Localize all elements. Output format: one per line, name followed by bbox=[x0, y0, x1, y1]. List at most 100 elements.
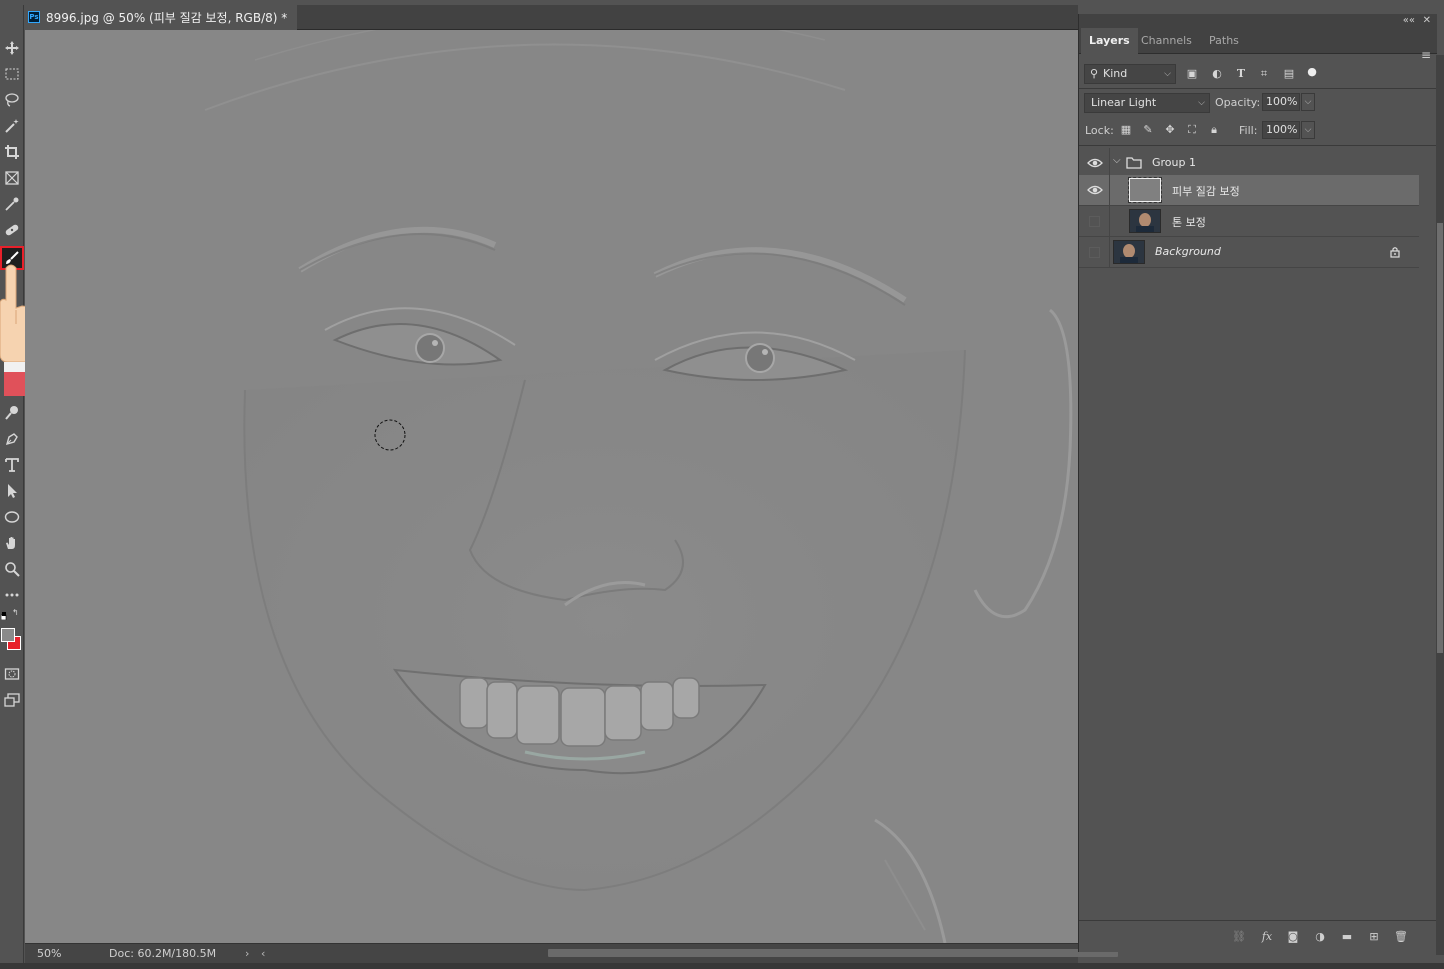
scroll-left-arrow[interactable]: ‹ bbox=[261, 947, 277, 960]
horizontal-scrollbar[interactable] bbox=[548, 949, 1118, 957]
layer-row-tone[interactable]: 톤 보정 bbox=[1079, 206, 1419, 237]
delete-layer-icon[interactable]: 🗑︎ bbox=[1393, 930, 1409, 944]
new-group-icon[interactable]: ▬ bbox=[1339, 930, 1355, 944]
divider bbox=[1109, 206, 1110, 237]
foreground-color-swatch[interactable] bbox=[1, 628, 15, 642]
visibility-eye-icon[interactable] bbox=[1087, 156, 1103, 170]
dodge-tool-icon[interactable] bbox=[2, 403, 22, 423]
new-adjustment-layer-icon[interactable]: ◑ bbox=[1312, 930, 1328, 944]
layer-thumbnail bbox=[1113, 240, 1145, 264]
zoom-tool-icon[interactable] bbox=[2, 559, 22, 579]
path-selection-tool-icon[interactable] bbox=[2, 481, 22, 501]
layer-thumbnail bbox=[1128, 177, 1162, 203]
hand-tool-icon[interactable] bbox=[2, 533, 22, 553]
panel-tabs: Layers Channels Paths ≡ bbox=[1079, 28, 1437, 62]
layers-panel-footer: ⛓ fx ◙ ◑ ▬ ⊞ 🗑︎ bbox=[1079, 920, 1437, 952]
search-icon: ⚲ bbox=[1090, 67, 1099, 80]
lock-artboard-icon[interactable]: ⛶ bbox=[1185, 123, 1199, 137]
screen-mode-icon[interactable] bbox=[2, 690, 22, 710]
layer-row-background[interactable]: Background bbox=[1079, 237, 1419, 268]
high-pass-face-image bbox=[25, 30, 1078, 943]
fill-dropdown-icon[interactable]: ⌵ bbox=[1301, 121, 1315, 139]
tab-paths[interactable]: Paths bbox=[1201, 28, 1247, 54]
panel-menu-icon[interactable]: ≡ bbox=[1421, 48, 1431, 62]
document-tab-bar: Ps 8996.jpg @ 50% (피부 질감 보정, RGB/8) * bbox=[24, 5, 1078, 30]
layer-name: 톤 보정 bbox=[1172, 216, 1206, 229]
layers-list: ⌵ Group 1 피부 질감 보정 톤 보정 Background bbox=[1079, 148, 1419, 920]
group-expand-chevron-icon[interactable]: ⌵ bbox=[1113, 155, 1121, 166]
type-filter-icon[interactable]: T bbox=[1234, 67, 1248, 81]
bottom-edge bbox=[0, 963, 1444, 969]
smart-object-filter-icon[interactable]: ▤ bbox=[1282, 67, 1296, 81]
visibility-toggle[interactable] bbox=[1089, 216, 1100, 227]
quick-mask-icon[interactable] bbox=[2, 664, 22, 684]
tools-panel: ↰ bbox=[0, 5, 24, 963]
tab-layers[interactable]: Layers bbox=[1081, 28, 1138, 54]
type-tool-icon[interactable] bbox=[2, 455, 22, 475]
layer-thumbnail bbox=[1129, 209, 1161, 233]
scrollbar-thumb[interactable] bbox=[1437, 223, 1443, 653]
eyedropper-tool-icon[interactable] bbox=[2, 194, 22, 214]
visibility-toggle[interactable] bbox=[1089, 247, 1100, 258]
move-tool-icon[interactable] bbox=[2, 38, 22, 58]
opacity-label: Opacity: bbox=[1215, 96, 1261, 109]
divider bbox=[1079, 88, 1437, 89]
blend-mode-select[interactable]: Linear Light ⌵ bbox=[1084, 93, 1210, 113]
chevron-down-icon: ⌵ bbox=[1198, 98, 1205, 108]
lock-transparent-pixels-icon[interactable]: ▦ bbox=[1119, 123, 1133, 137]
layer-name: Background bbox=[1155, 245, 1221, 258]
lock-position-icon[interactable]: ✥ bbox=[1163, 123, 1177, 137]
doc-size: Doc: 60.2M/180.5M bbox=[109, 947, 217, 960]
document-tab[interactable]: Ps 8996.jpg @ 50% (피부 질감 보정, RGB/8) * bbox=[24, 5, 298, 30]
magic-wand-tool-icon[interactable] bbox=[2, 116, 22, 136]
lock-all-icon[interactable]: 🔒︎ bbox=[1207, 123, 1221, 137]
filter-toggle-icon[interactable]: ● bbox=[1305, 65, 1319, 79]
divider bbox=[1109, 175, 1110, 206]
fill-input[interactable]: 100% bbox=[1262, 121, 1300, 139]
divider bbox=[1109, 237, 1110, 268]
status-expand-arrow[interactable]: › bbox=[245, 947, 261, 960]
layer-name: Group 1 bbox=[1152, 156, 1196, 169]
close-panel-icon[interactable]: ✕ bbox=[1423, 15, 1431, 26]
tab-channels[interactable]: Channels bbox=[1133, 28, 1200, 54]
opacity-dropdown-icon[interactable]: ⌵ bbox=[1301, 93, 1315, 111]
more-tools-icon[interactable] bbox=[2, 585, 22, 605]
frame-tool-icon[interactable] bbox=[2, 168, 22, 188]
crop-tool-icon[interactable] bbox=[2, 142, 22, 162]
layers-panel: «« ✕ Layers Channels Paths ≡ ⚲ Kind ⌵ ▣ … bbox=[1078, 14, 1437, 952]
shape-filter-icon[interactable]: ⌗ bbox=[1257, 67, 1271, 81]
opacity-input[interactable]: 100% bbox=[1262, 93, 1300, 111]
lock-label: Lock: bbox=[1085, 124, 1114, 137]
lock-icon bbox=[1390, 247, 1400, 258]
fill-label: Fill: bbox=[1239, 124, 1258, 137]
layer-name: 피부 질감 보정 bbox=[1172, 185, 1240, 198]
blend-mode-value: Linear Light bbox=[1091, 96, 1157, 109]
pixel-filter-icon[interactable]: ▣ bbox=[1185, 67, 1199, 81]
panel-header-bar: «« ✕ bbox=[1079, 14, 1437, 28]
lasso-tool-icon[interactable] bbox=[2, 90, 22, 110]
folder-icon bbox=[1126, 157, 1142, 169]
layer-row-skin-texture[interactable]: 피부 질감 보정 bbox=[1079, 175, 1419, 206]
default-colors-icon[interactable] bbox=[0, 609, 9, 621]
chevron-down-icon: ⌵ bbox=[1164, 69, 1171, 79]
link-layers-icon[interactable]: ⛓ bbox=[1231, 930, 1247, 944]
layers-panel-scrollbar[interactable] bbox=[1436, 55, 1444, 955]
adjustment-filter-icon[interactable]: ◐ bbox=[1210, 67, 1224, 81]
photoshop-file-icon: Ps bbox=[28, 11, 40, 23]
visibility-eye-icon[interactable] bbox=[1087, 183, 1103, 197]
add-mask-icon[interactable]: ◙ bbox=[1285, 930, 1301, 944]
divider bbox=[1079, 145, 1437, 146]
fx-icon[interactable]: fx bbox=[1259, 930, 1275, 944]
collapse-panel-icon[interactable]: «« bbox=[1403, 15, 1415, 26]
ellipse-tool-icon[interactable] bbox=[2, 507, 22, 527]
lock-image-pixels-icon[interactable]: ✎ bbox=[1141, 123, 1155, 137]
swap-colors-icon[interactable]: ↰ bbox=[12, 609, 21, 617]
pen-tool-icon[interactable] bbox=[2, 429, 22, 449]
marquee-tool-icon[interactable] bbox=[2, 64, 22, 84]
image-canvas[interactable] bbox=[25, 30, 1078, 943]
layer-filter-select[interactable]: ⚲ Kind ⌵ bbox=[1084, 64, 1176, 84]
document-tab-title: 8996.jpg @ 50% (피부 질감 보정, RGB/8) * bbox=[46, 11, 288, 25]
healing-brush-tool-icon[interactable] bbox=[2, 220, 22, 240]
zoom-level[interactable]: 50% bbox=[25, 947, 73, 960]
new-layer-icon[interactable]: ⊞ bbox=[1366, 930, 1382, 944]
